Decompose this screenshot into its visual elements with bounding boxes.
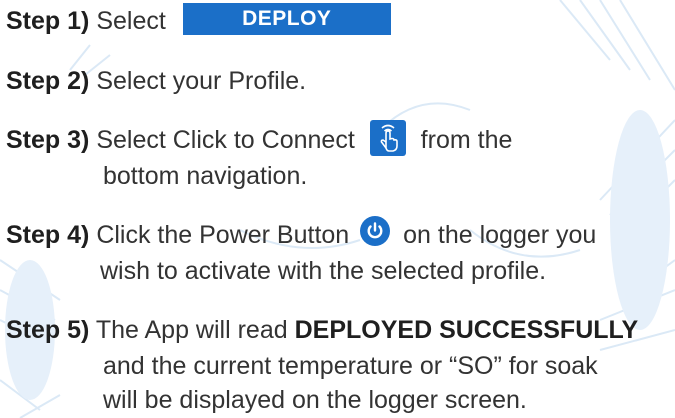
step-1: Step 1) Select DEPLOY [6, 3, 391, 39]
step-1-label: Step 1) [6, 7, 90, 35]
step-5: Step 5) The App will read DEPLOYED SUCCE… [6, 312, 638, 348]
step-4-line-2-text: wish to activate with the selected profi… [100, 257, 547, 285]
step-2-text: Select your Profile. [96, 67, 307, 95]
step-5-line-2-text: and the current temperature or “SO” for … [103, 352, 598, 380]
step-4-line-2: wish to activate with the selected profi… [100, 253, 546, 289]
step-4-label: Step 4) [6, 221, 90, 249]
step-5-line-3-text: will be displayed on the logger screen. [103, 386, 527, 414]
step-2: Step 2) Select your Profile. [6, 63, 306, 99]
tap-hand-icon [369, 120, 406, 157]
step-5-bold-text: DEPLOYED SUCCESSFULLY [294, 316, 639, 344]
step-5-line-2: and the current temperature or “SO” for … [103, 348, 598, 384]
step-1-text: Select [96, 7, 166, 35]
step-3-label: Step 3) [6, 126, 90, 154]
step-3-text-after: from the [420, 126, 513, 154]
step-5-text: The App will read [95, 316, 288, 344]
power-icon [360, 216, 391, 247]
step-4-text: Click the Power Button [96, 221, 350, 249]
step-2-label: Step 2) [6, 67, 90, 95]
step-4-text-after: on the logger you [403, 221, 597, 249]
step-3-line-2: bottom navigation. [103, 158, 307, 194]
step-5-label: Step 5) [6, 316, 90, 344]
step-3-line-2-text: bottom navigation. [103, 162, 308, 190]
step-3-text: Select Click to Connect [96, 126, 355, 154]
step-5-line-3: will be displayed on the logger screen. [103, 382, 527, 418]
step-4: Step 4) Click the Power Button on the lo… [6, 216, 597, 253]
deploy-button[interactable]: DEPLOY [182, 3, 391, 36]
step-3: Step 3) Select Click to Connect from the [6, 120, 513, 159]
